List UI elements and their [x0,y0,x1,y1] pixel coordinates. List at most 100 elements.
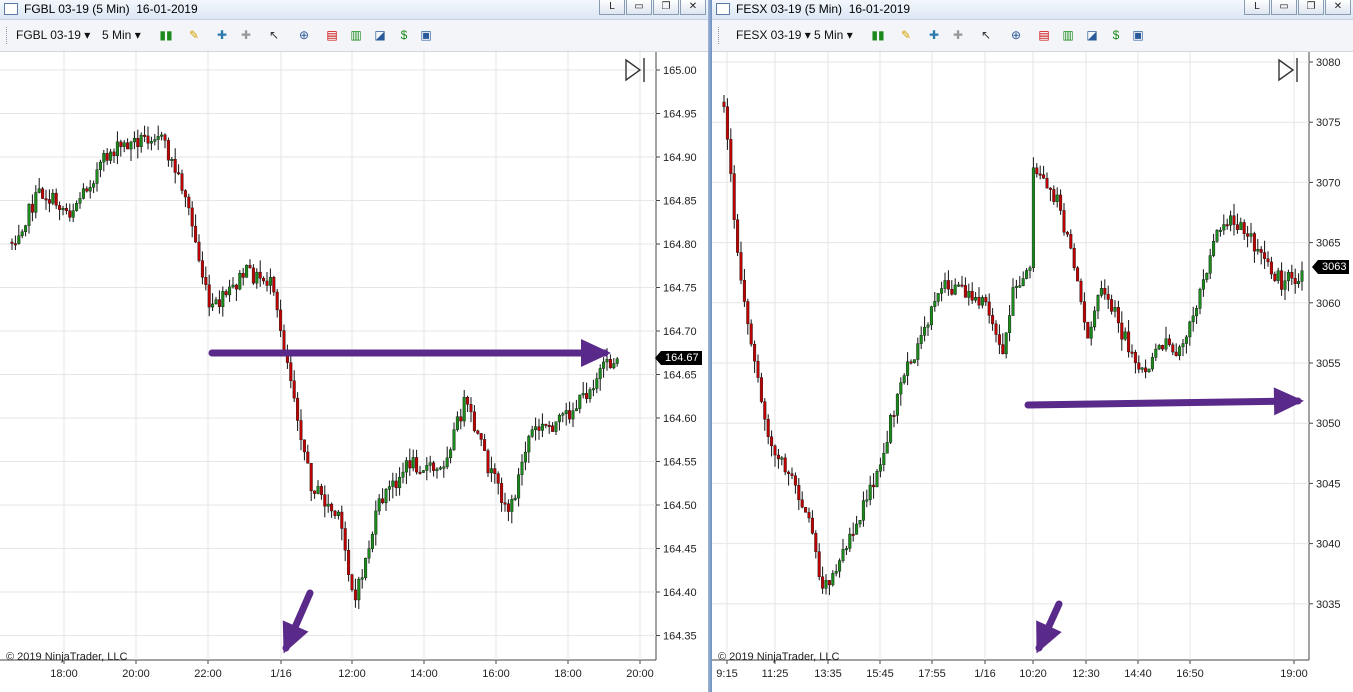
zoom-icon[interactable]: ⊕ [296,27,312,43]
candle-body [309,463,313,492]
drawing-tool-icon[interactable]: ✎ [186,27,202,43]
period-selector[interactable]: 5 Min ▾ [102,28,141,42]
candle-body [544,423,548,426]
candle-body [810,517,814,534]
candle-body [279,309,283,331]
candle-body [81,188,85,199]
strategies-icon[interactable]: ▥ [348,27,364,43]
candle-body [909,361,913,364]
candle-body [858,520,862,525]
dollar-icon[interactable]: $ [396,27,412,43]
chart-trader-icon[interactable]: ◪ [1084,27,1100,43]
chart-trader-icon[interactable]: ◪ [372,27,388,43]
candle-body [933,301,937,307]
candle-body [109,151,113,161]
candle-body [61,208,65,210]
candle-body [1225,224,1229,227]
properties-icon[interactable]: ▣ [1130,27,1146,43]
candle-body [1300,270,1304,282]
price-tick-label: 164.45 [663,544,697,556]
candle-body [1099,288,1103,296]
add-indicator-icon[interactable]: ✚ [214,27,230,43]
candle-body [885,442,889,454]
candle-body [231,284,235,288]
drawing-tool-icon[interactable]: ✎ [898,27,914,43]
candle-body [1052,189,1056,202]
candle-body [1157,345,1161,350]
candle-body [245,264,249,278]
candle-body [912,359,916,363]
link-button[interactable]: L [599,0,625,15]
strategies-icon[interactable]: ▥ [1060,27,1076,43]
candle-body [585,393,589,399]
price-tick-label: 164.70 [663,326,697,338]
candle-body [561,413,565,416]
candle-body [855,523,859,535]
candle-body [85,188,89,192]
candle-body [759,377,763,402]
candle-body [1069,234,1073,249]
candle-body [1086,321,1090,339]
candle-body [1120,322,1124,340]
price-tick-label: 3065 [1316,238,1340,250]
candle-body [984,297,988,303]
chart-style-icon[interactable]: ▮▮ [870,27,886,43]
maximize-button[interactable]: ❐ [1298,0,1324,15]
candle-body [466,396,470,405]
zoom-icon[interactable]: ⊕ [1008,27,1024,43]
candle-body [1259,249,1263,253]
candle-body [1072,248,1076,269]
candle-body [776,454,780,460]
price-tick-label: 164.35 [663,631,697,643]
pointer-icon[interactable]: ↖ [266,27,282,43]
candle-body [251,267,255,284]
candle-body [326,503,330,507]
close-button[interactable]: ✕ [680,0,706,15]
indicators-icon[interactable]: ▤ [324,27,340,43]
instrument-selector[interactable]: FGBL 03-19 ▾ [16,28,90,42]
pointer-icon[interactable]: ↖ [978,27,994,43]
candle-body [865,499,869,502]
period-selector[interactable]: 5 Min ▾ [814,28,853,42]
indicators-icon[interactable]: ▤ [1036,27,1052,43]
candle-body [1089,326,1093,339]
price-chart[interactable]: 3080 3075 3070 3065 3060 3055 3050 3045 3040 3035… [712,52,1353,692]
close-button[interactable]: ✕ [1325,0,1351,15]
candle-body [929,306,933,326]
candle-body [102,153,106,163]
candle-body [807,512,811,519]
price-tick-label: 3075 [1316,117,1340,129]
candle-body [588,389,592,399]
time-tick-label: 10:20 [1019,668,1047,680]
price-chart[interactable]: 165.00 164.95 164.90 164.85 164.80 164.75 164.… [0,52,708,692]
candle-body [115,141,119,157]
candle-body [790,473,794,476]
window-title: FESX 03-19 (5 Min) 16-01-2019 [736,2,911,16]
add-indicator-icon[interactable]: ✚ [926,27,942,43]
instrument-selector[interactable]: FESX 03-19 ▾ [736,28,811,42]
time-tick-label: 1/16 [974,668,995,680]
candle-body [1150,357,1154,370]
dollar-icon[interactable]: $ [1108,27,1124,43]
link-button[interactable]: L [1244,0,1270,15]
copyright-text: © 2019 NinjaTrader, LLC [6,651,128,663]
price-tick-label: 3060 [1316,298,1340,310]
remove-indicator-icon[interactable]: ✚ [950,27,966,43]
candle-body [119,141,123,147]
candle-body [1004,332,1008,355]
candle-body [421,470,425,473]
price-tick-label: 3070 [1316,177,1340,189]
minimize-button[interactable]: ▭ [1271,0,1297,15]
minimize-button[interactable]: ▭ [626,0,652,15]
maximize-button[interactable]: ❐ [653,0,679,15]
properties-icon[interactable]: ▣ [418,27,434,43]
chart-style-icon[interactable]: ▮▮ [158,27,174,43]
candle-body [428,462,432,466]
candle-body [353,589,357,601]
candle-body [916,343,920,360]
time-tick-label: 14:00 [410,668,438,680]
candle-body [20,231,24,236]
remove-indicator-icon[interactable]: ✚ [238,27,254,43]
candle-body [476,430,480,434]
candle-body [1283,280,1287,290]
